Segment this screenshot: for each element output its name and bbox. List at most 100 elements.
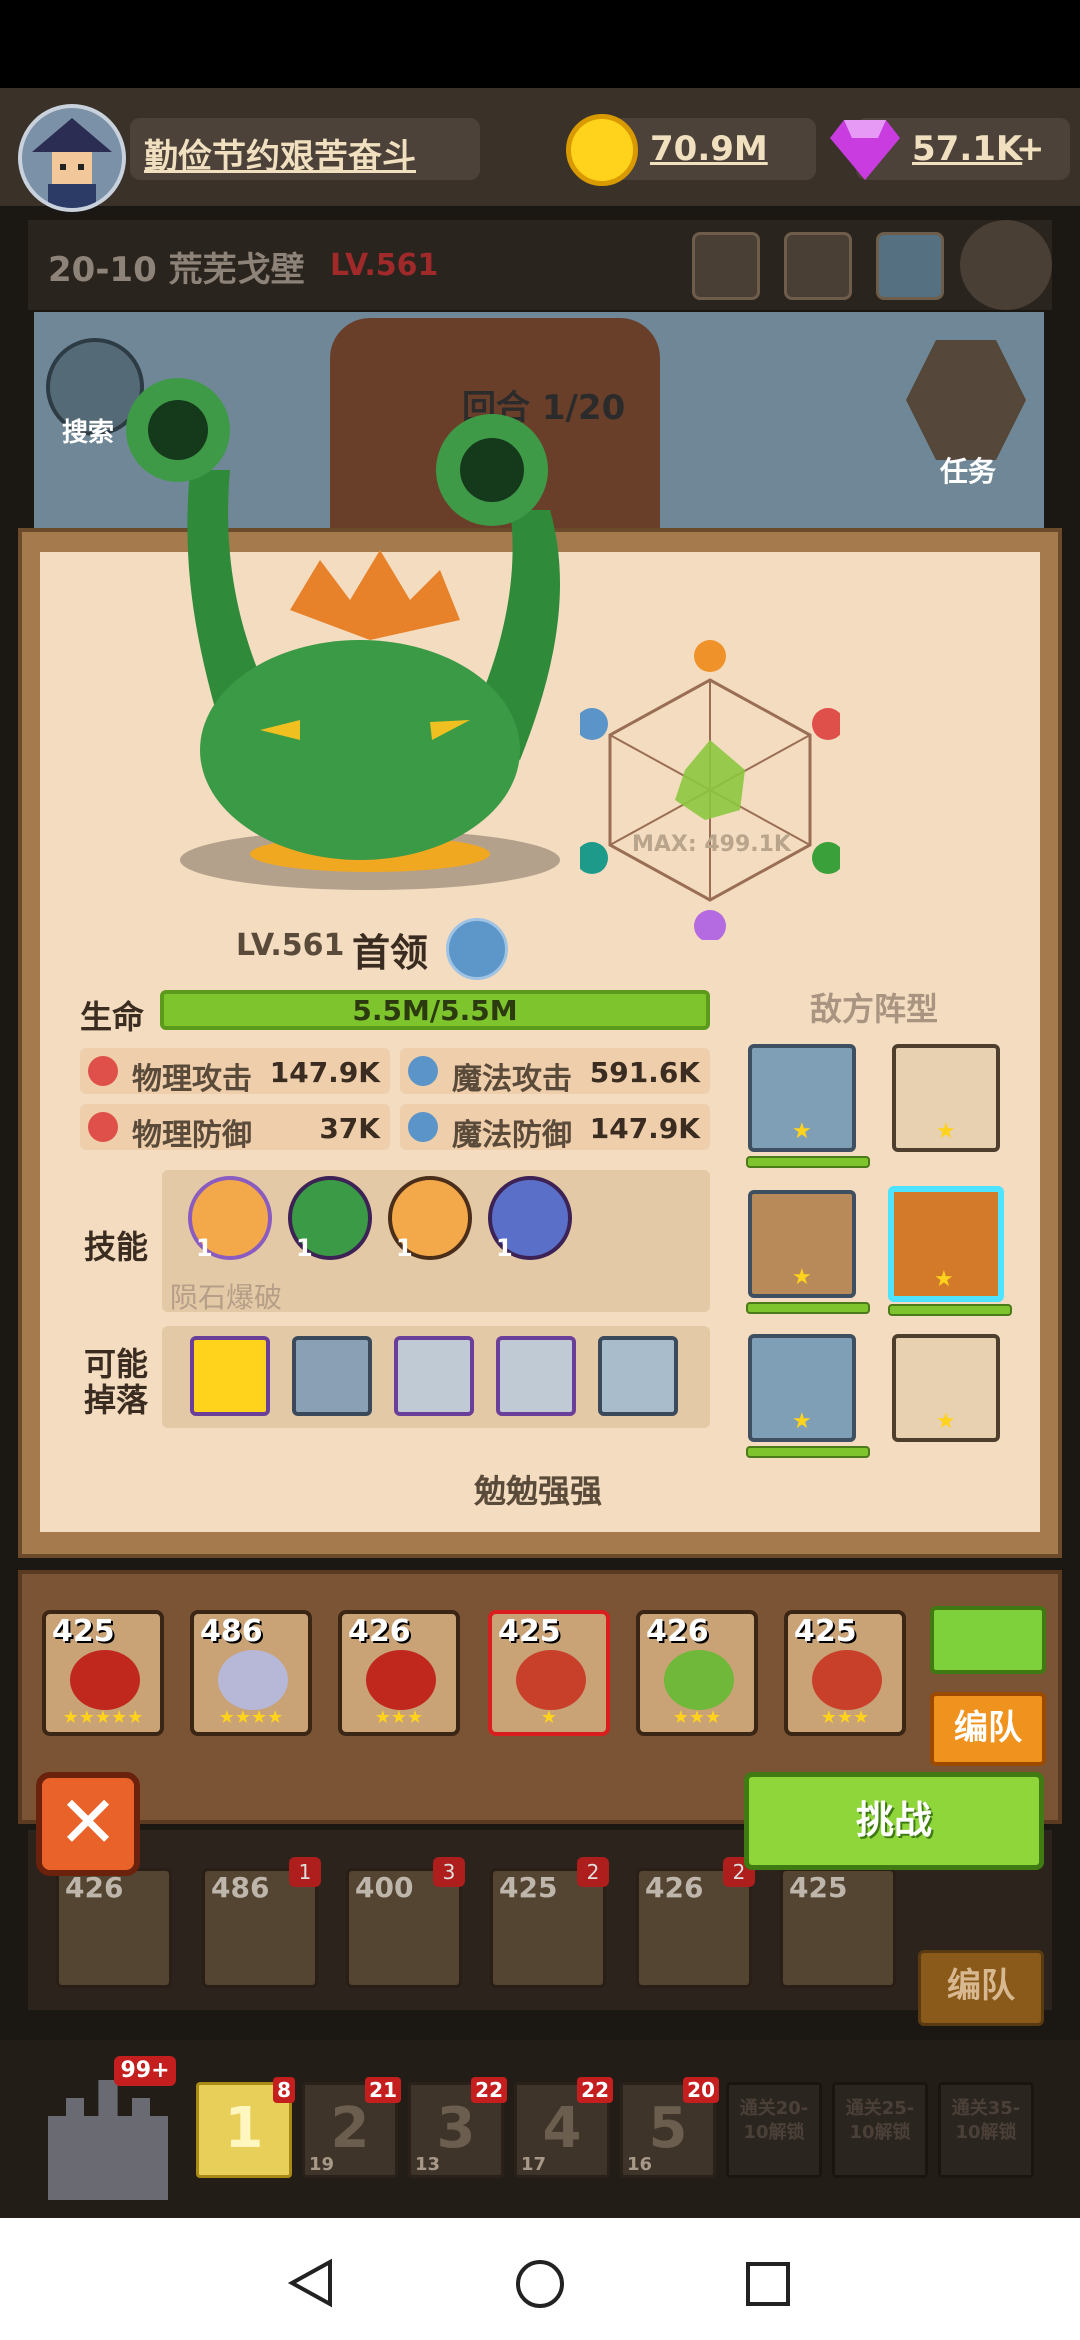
formation-slot[interactable]: ★: [892, 1334, 1000, 1442]
handshake-icon[interactable]: [930, 1606, 1046, 1674]
hero-portrait: [218, 1650, 288, 1710]
close-button[interactable]: ✕: [36, 1772, 140, 1876]
hero-card[interactable]: 426 ★★★: [338, 1610, 460, 1736]
team-tab-2[interactable]: 2 21 19: [302, 2077, 401, 2178]
status-bar: [0, 0, 1080, 88]
ghost-icon[interactable]: 1: [388, 1176, 472, 1262]
bg-hero-card: 486 1: [202, 1857, 321, 1988]
team-edit-button[interactable]: 编队: [930, 1692, 1046, 1766]
locked-tab[interactable]: 通关35-10解锁: [938, 2082, 1034, 2178]
shield-icon: [408, 1112, 438, 1142]
hero-portrait: [366, 1650, 436, 1710]
recents-icon[interactable]: [744, 2260, 792, 2308]
player-avatar[interactable]: [18, 104, 126, 212]
hero-stars: ★★★★★: [62, 1707, 144, 1728]
sword-icon[interactable]: [598, 1336, 678, 1416]
system-navigation-bar: [0, 2218, 1080, 2340]
gold-coin-icon[interactable]: [190, 1336, 270, 1416]
team-tab-4[interactable]: 4 22 17: [514, 2077, 613, 2178]
hero-stars: ★★★: [672, 1707, 722, 1728]
armor-icon[interactable]: [496, 1336, 576, 1416]
add-gem-button[interactable]: +: [1016, 129, 1045, 169]
bg-hero-card: 426: [56, 1868, 172, 1988]
hero-portrait: [664, 1650, 734, 1710]
hero-stars: ★★★★: [218, 1707, 284, 1728]
bg-hero-card: 425: [780, 1868, 896, 1988]
stat-label: 物理攻击: [132, 1062, 252, 1097]
challenge-button[interactable]: 挑战: [744, 1772, 1044, 1870]
fire-attr-icon: [812, 708, 840, 740]
meteor-icon[interactable]: 1: [188, 1176, 272, 1262]
ice-crystal-icon[interactable]: 1: [488, 1176, 572, 1262]
stat-label: 魔法防御: [452, 1118, 572, 1153]
vision-attr-icon: [580, 708, 608, 740]
hero-card[interactable]: 486 ★★★★: [190, 1610, 312, 1736]
team-tab-3[interactable]: 3 22 13: [408, 2077, 507, 2178]
eye-icon[interactable]: [446, 918, 508, 980]
formation-slot-selected[interactable]: ★: [888, 1186, 1012, 1316]
hero-level: 425: [498, 1614, 561, 1649]
gem-count: 57.1K: [912, 129, 1023, 169]
boss-title: 首领: [352, 931, 429, 975]
skill-level: 1: [296, 1234, 313, 1262]
slot-hp-bar: [746, 1302, 870, 1314]
bread-item-icon[interactable]: [784, 232, 852, 300]
boss-level: LV.561: [236, 928, 345, 963]
bg-team-edit-button: 编队: [918, 1950, 1044, 2026]
cactus-spirit-icon[interactable]: 1: [288, 1176, 372, 1262]
heal-attr-icon: [580, 842, 608, 874]
player-name-pill[interactable]: 勤俭节约艰苦奋斗: [130, 118, 480, 180]
locked-tab[interactable]: 通关20-10解锁: [726, 2082, 822, 2178]
meat-item-icon[interactable]: [692, 232, 760, 300]
hp-value: 5.5M/5.5M: [352, 994, 518, 1027]
difficulty-rating: 勉勉强强: [474, 1472, 603, 1510]
wizard-avatar-icon: [32, 118, 112, 208]
hero-level: 425: [794, 1614, 857, 1649]
hero-stars: ★★★: [820, 1707, 870, 1728]
armor-icon: [88, 1112, 118, 1142]
gold-coin-icon: [566, 114, 638, 186]
formation-slot[interactable]: ★: [746, 1044, 870, 1168]
bg-hero-card: 426 2: [636, 1857, 755, 1988]
hero-card[interactable]: 425 ★★★: [784, 1610, 906, 1736]
stat-value: 37K: [319, 1112, 380, 1145]
skill-level: 1: [496, 1234, 513, 1262]
slot-hp-bar: [746, 1156, 870, 1168]
stat-magic-attack: 魔法攻击 591.6K: [400, 1048, 710, 1097]
stat-value: 147.9K: [269, 1056, 380, 1089]
skill-level: 1: [396, 1234, 413, 1262]
coin-count: 70.9M: [650, 129, 768, 169]
arcane-attr-icon: [694, 910, 726, 940]
back-icon[interactable]: [286, 2258, 336, 2308]
formation-slot[interactable]: ★: [746, 1190, 870, 1314]
hero-level: 486: [200, 1614, 263, 1649]
hourglass-icon[interactable]: [960, 220, 1052, 310]
hero-level: 425: [52, 1614, 115, 1649]
stat-label: 物理防御: [132, 1118, 252, 1153]
helmet-icon[interactable]: [292, 1336, 372, 1416]
sword-icon: [88, 1056, 118, 1086]
hero-portrait: [70, 1650, 140, 1710]
sword-icon[interactable]: [394, 1336, 474, 1416]
formation-slot[interactable]: ★: [746, 1334, 870, 1458]
home-icon[interactable]: [514, 2258, 566, 2310]
team-tab-5[interactable]: 5 20 16: [620, 2077, 719, 2178]
potion-item-icon[interactable]: [876, 232, 944, 300]
slot-hp-bar: [888, 1304, 1012, 1316]
hero-card[interactable]: 425 ★★★★★: [42, 1610, 164, 1736]
stage-name: 20-10 荒芜戈壁: [48, 250, 305, 290]
formation-slot[interactable]: ★: [892, 1044, 1000, 1152]
hero-card[interactable]: 425 ★: [488, 1610, 610, 1736]
hero-portrait: [516, 1650, 586, 1710]
hero-card[interactable]: 426 ★★★: [636, 1610, 758, 1736]
castle-icon[interactable]: [48, 2080, 168, 2200]
stat-physical-attack: 物理攻击 147.9K: [80, 1048, 390, 1097]
radar-max-label: MAX: 499.1K: [632, 832, 791, 857]
task-label: 任务: [940, 455, 997, 488]
stage-level: LV.561: [330, 248, 439, 283]
locked-tab[interactable]: 通关25-10解锁: [832, 2082, 928, 2178]
attribute-radar-chart: [580, 640, 840, 940]
team-tab-1[interactable]: 18: [196, 2077, 295, 2178]
enemy-formation-label: 敌方阵型: [810, 990, 939, 1028]
stat-label: 魔法攻击: [452, 1062, 572, 1097]
